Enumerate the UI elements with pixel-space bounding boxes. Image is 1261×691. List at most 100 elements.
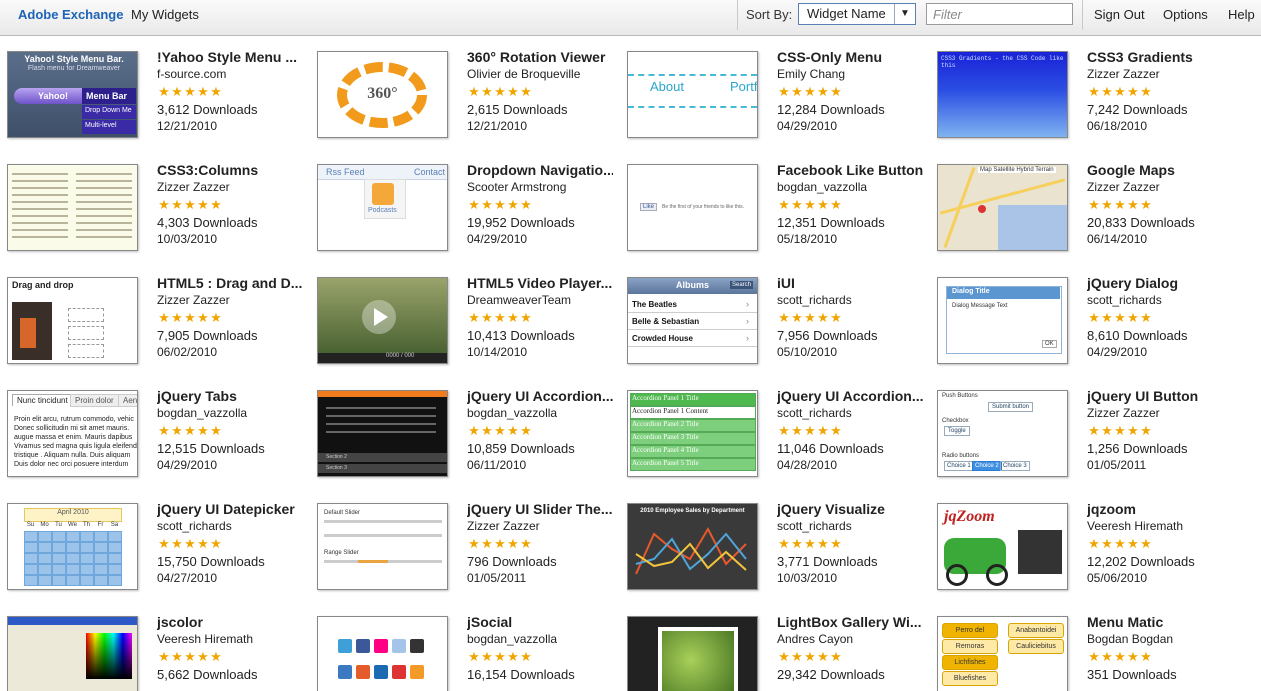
widget-card[interactable]: jscolor Veeresh Hiremath ★ ★ ★ ★ ★ 5,662 Downlo… <box>0 601 305 691</box>
widget-downloads: 16,154 Downloads <box>467 667 575 682</box>
widget-thumbnail[interactable]: Default Slider Range Slider <box>317 503 448 590</box>
star-icon: ★ <box>1088 536 1100 551</box>
widget-title[interactable]: jSocial <box>467 614 613 631</box>
widget-card[interactable]: Default Slider Range Slider jQuery UI Slid… <box>310 488 615 601</box>
widget-title[interactable]: jQuery Tabs <box>157 388 303 405</box>
widget-thumbnail[interactable]: Accordion Panel 1 Title Accordion Panel 1… <box>627 390 758 477</box>
widget-card[interactable]: LightBox Gallery Wi... Andres Cayon ★ ★ ★ ★ ★ 2… <box>620 601 925 691</box>
widget-thumbnail[interactable]: Nunc tinciduntProin dolorAenea Proin elit… <box>7 390 138 477</box>
widget-thumbnail[interactable]: Drag and drop <box>7 277 138 364</box>
star-icon: ★ <box>158 649 170 664</box>
widget-card[interactable]: Map Satellite Hybrid Terrain Google Maps Z… <box>930 149 1235 262</box>
widget-thumbnail[interactable] <box>7 164 138 251</box>
thumb-text: Tu <box>55 522 62 528</box>
widget-thumbnail[interactable]: About Portfi <box>627 51 758 138</box>
widget-downloads: 12,515 Downloads <box>157 441 265 456</box>
thumb-part <box>76 187 132 189</box>
thumb-part <box>108 575 122 586</box>
widget-card[interactable]: Perro del Anabantoidei Remoras Cauliciebitu… <box>930 601 1235 691</box>
widget-card[interactable]: Accordion Panel 1 Title Accordion Panel 1… <box>620 375 925 488</box>
sort-select[interactable]: Widget Name ▼ <box>798 3 916 25</box>
widget-downloads: 2,615 Downloads <box>467 102 568 117</box>
widget-title[interactable]: jQuery UI Datepicker <box>157 501 303 518</box>
brand-link[interactable]: Adobe Exchange <box>18 0 123 30</box>
widget-card[interactable]: About Portfi CSS-Only Menu Emily Chang ★ ★ ★ ★ ★… <box>620 36 925 149</box>
widget-card[interactable]: Dialog Title Dialog Message Text OK jQuery … <box>930 262 1235 375</box>
widget-thumbnail[interactable]: Section 2 Section 3 <box>317 390 448 477</box>
widget-title[interactable]: jQuery UI Accordion... <box>467 388 613 405</box>
rating-stars: ★ ★ ★ ★ ★ <box>777 309 923 327</box>
widget-thumbnail[interactable]: Rss Feed Contact Podcasts <box>317 164 448 251</box>
widget-card[interactable]: 0000 / 000 HTML5 Video Player... Dreamweav… <box>310 262 615 375</box>
widget-title[interactable]: jscolor <box>157 614 303 631</box>
widget-card[interactable]: April 2010 Su Mo Tu We Th Fr Sa jQuery UI Datepi… <box>0 488 305 601</box>
widget-title[interactable]: CSS3:Columns <box>157 162 303 179</box>
chevron-down-icon[interactable]: ▼ <box>894 4 915 24</box>
widget-title[interactable]: jQuery UI Button <box>1087 388 1233 405</box>
thumb-part <box>94 553 108 564</box>
help-menu[interactable]: Help <box>1228 0 1255 30</box>
widget-title[interactable]: CSS-Only Menu <box>777 49 923 66</box>
thumb-text: Duis dolor nec orci posuere interdum <box>14 461 129 468</box>
widget-card[interactable]: CSS3:Columns Zizzer Zazzer ★ ★ ★ ★ ★ 4,303 Down… <box>0 149 305 262</box>
widget-thumbnail[interactable]: Albums Search The Beatles › Belle & Sebastia… <box>627 277 758 364</box>
rating-stars: ★ ★ ★ ★ ★ <box>1087 83 1233 101</box>
widget-card[interactable]: 360° 360° Rotation Viewer Olivier de Broqu… <box>310 36 615 149</box>
widget-card[interactable]: jSocial bogdan_vazzolla ★ ★ ★ ★ ★ 16,154 Downlo… <box>310 601 615 691</box>
widget-card[interactable]: Push Buttons Submit button Checkbox Toggle R… <box>930 375 1235 488</box>
widget-title[interactable]: HTML5 : Drag and D... <box>157 275 303 292</box>
sign-out-link[interactable]: Sign Out <box>1094 0 1145 30</box>
filter-input[interactable] <box>926 3 1073 25</box>
widget-author: Veeresh Hiremath <box>1087 519 1184 533</box>
widget-title[interactable]: jQuery Dialog <box>1087 275 1233 292</box>
thumb-part <box>68 344 104 358</box>
widget-title[interactable]: Google Maps <box>1087 162 1233 179</box>
widget-thumbnail[interactable]: Perro del Anabantoidei Remoras Cauliciebitu… <box>937 616 1068 691</box>
widget-title[interactable]: jqzoom <box>1087 501 1233 518</box>
widget-thumbnail[interactable]: Push Buttons Submit button Checkbox Toggle R… <box>937 390 1068 477</box>
widget-thumbnail[interactable]: 0000 / 000 <box>317 277 448 364</box>
widget-thumbnail[interactable]: 2010 Employee Sales by Department <box>627 503 758 590</box>
star-icon: ★ <box>1088 310 1100 325</box>
widget-thumbnail[interactable]: Dialog Title Dialog Message Text OK <box>937 277 1068 364</box>
widget-title[interactable]: HTML5 Video Player... <box>467 275 613 292</box>
widget-thumbnail[interactable]: jqZoom <box>937 503 1068 590</box>
widget-title[interactable]: Menu Matic <box>1087 614 1233 631</box>
widget-card[interactable]: Yahoo! Style Menu Bar. Flash menu for Dre… <box>0 36 305 149</box>
widget-card[interactable]: Rss Feed Contact Podcasts Dropdown Navigati… <box>310 149 615 262</box>
star-icon: ★ <box>791 423 803 438</box>
widget-thumbnail[interactable]: 360° <box>317 51 448 138</box>
widget-title[interactable]: 360° Rotation Viewer <box>467 49 613 66</box>
widget-title[interactable]: Facebook Like Button <box>777 162 923 179</box>
widget-card[interactable]: Albums Search The Beatles › Belle & Sebastia… <box>620 262 925 375</box>
widget-title[interactable]: LightBox Gallery Wi... <box>777 614 923 631</box>
widget-thumbnail[interactable]: Like Be the first of your friends to like… <box>627 164 758 251</box>
widget-thumbnail[interactable] <box>317 616 448 691</box>
widget-thumbnail[interactable]: CSS3 Gradients - the CSS Code like this <box>937 51 1068 138</box>
options-menu[interactable]: Options <box>1163 0 1208 30</box>
widget-card[interactable]: Drag and drop HTML5 : Drag and D... Zizzer… <box>0 262 305 375</box>
widget-card[interactable]: Nunc tinciduntProin dolorAenea Proin elit… <box>0 375 305 488</box>
widget-card[interactable]: jqZoom jqzoom Veeresh Hiremath ★ ★ ★ ★ ★ 12,202 … <box>930 488 1235 601</box>
widget-card[interactable]: 2010 Employee Sales by Department jQuery … <box>620 488 925 601</box>
widget-card[interactable]: CSS3 Gradients - the CSS Code like this C… <box>930 36 1235 149</box>
star-icon: ★ <box>158 84 170 99</box>
widget-thumbnail[interactable] <box>7 616 138 691</box>
widget-card[interactable]: Section 2 Section 3 jQuery UI Accordion...… <box>310 375 615 488</box>
thumb-part <box>52 531 66 542</box>
widget-title[interactable]: jQuery UI Slider The... <box>467 501 613 518</box>
widget-card[interactable]: Like Be the first of your friends to like… <box>620 149 925 262</box>
widget-thumbnail[interactable]: Yahoo! Style Menu Bar. Flash menu for Dre… <box>7 51 138 138</box>
my-widgets-link[interactable]: My Widgets <box>131 0 199 30</box>
widget-thumbnail[interactable]: Map Satellite Hybrid Terrain <box>937 164 1068 251</box>
star-icon: ★ <box>481 423 493 438</box>
widget-title[interactable]: Dropdown Navigatio... <box>467 162 613 179</box>
widget-thumbnail[interactable] <box>627 616 758 691</box>
widget-title[interactable]: iUI <box>777 275 923 292</box>
widget-title[interactable]: jQuery Visualize <box>777 501 923 518</box>
thumb-text: Accordion Panel 2 Title <box>632 420 699 428</box>
widget-thumbnail[interactable]: April 2010 Su Mo Tu We Th Fr Sa <box>7 503 138 590</box>
widget-title[interactable]: jQuery UI Accordion... <box>777 388 923 405</box>
widget-title[interactable]: !Yahoo Style Menu ... <box>157 49 303 66</box>
widget-title[interactable]: CSS3 Gradients <box>1087 49 1233 66</box>
